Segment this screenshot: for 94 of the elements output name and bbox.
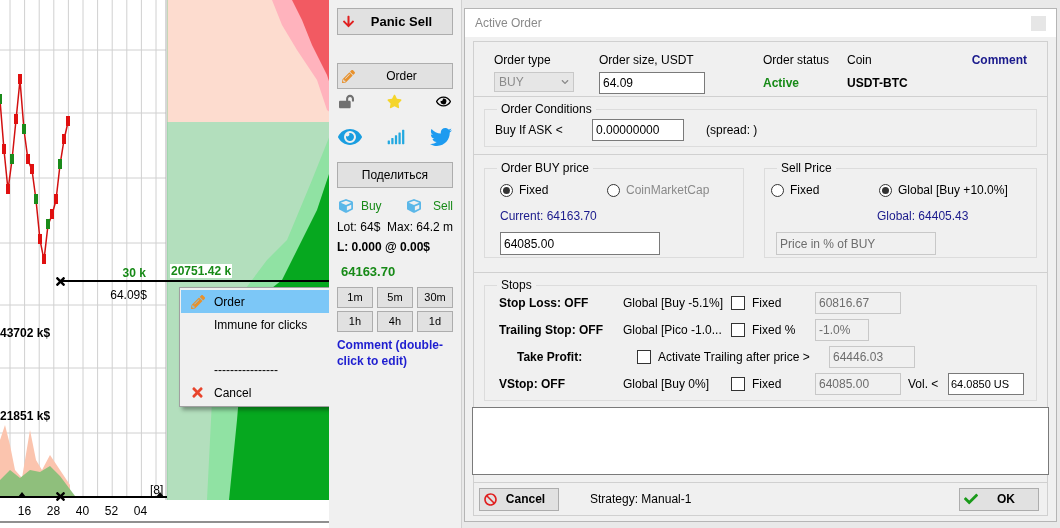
input-field[interactable]: 64446.03 (829, 345, 915, 368)
bird-icon[interactable] (430, 126, 452, 148)
stop-mode-text: Global [Buy 0%] (623, 375, 711, 393)
checkbox-label: Fixed (752, 294, 782, 312)
comment-link[interactable]: Comment (double-click to edit) (336, 336, 453, 369)
radio-button[interactable] (879, 183, 892, 197)
cancel-button[interactable]: Cancel (479, 487, 559, 511)
cross-marker-icon (54, 490, 67, 503)
field-label: Order status (763, 52, 831, 69)
axis-tick-label: 40 (74, 503, 91, 520)
menu-item[interactable]: Order (181, 290, 329, 313)
input-field[interactable]: 64085.00 (500, 232, 660, 255)
pencil-icon (341, 69, 355, 83)
radio-label: Global [Buy +10.0%] (898, 182, 1008, 199)
menu-item[interactable]: Immune for clicks (181, 313, 329, 336)
checkbox-label: Fixed (752, 375, 782, 393)
order-total-label: 20751.42 k (170, 264, 233, 278)
axis-tick-label: 52 (103, 503, 120, 520)
current-price: 64163.70 (340, 263, 397, 281)
star-icon[interactable] (387, 94, 403, 109)
checkbox[interactable] (731, 376, 745, 391)
field-label: Order type (494, 52, 552, 69)
axis-tick-label: 04 (132, 503, 149, 520)
chevron-down-icon (561, 78, 569, 86)
checkbox-label: Activate Trailing after price > (658, 348, 810, 366)
ok-button[interactable]: OK (959, 487, 1039, 511)
volume-label: 43702 k$ (0, 325, 51, 342)
field-label: Order size, USDT (599, 52, 695, 69)
timeframe-button[interactable]: 4h (376, 310, 413, 332)
close-icon (190, 385, 205, 400)
eye-icon[interactable] (436, 94, 451, 109)
stop-label: Take Profit: (516, 348, 584, 366)
order-button[interactable]: Order (336, 63, 453, 89)
ban-icon (484, 492, 497, 506)
radio-label: CoinMarketCap (626, 182, 710, 199)
timeframe-button[interactable]: 1m (336, 286, 373, 308)
menu-item[interactable]: Cancel (181, 381, 329, 404)
input-field[interactable]: 64.09 (599, 72, 705, 94)
coin-value: USDT-BTC (847, 75, 909, 92)
comment-textarea[interactable] (472, 407, 1049, 475)
axis-tick-label: 16 (16, 503, 33, 520)
sell-link[interactable]: Sell (433, 197, 453, 215)
order-price-label: 64.09$ (110, 287, 147, 304)
input-field[interactable]: 64085.00 (815, 372, 901, 395)
input-field[interactable]: 64.0850 US (948, 372, 1024, 395)
input-field[interactable]: 60816.67 (815, 291, 901, 314)
checkbox[interactable] (637, 349, 651, 364)
group-title: Stops (497, 277, 536, 293)
timeframe-button[interactable]: 1d (416, 310, 453, 332)
pencil-icon (190, 294, 205, 309)
current-price-text: Current: 64163.70 (500, 208, 598, 225)
spread-text: (spread: ) (706, 121, 758, 139)
buy-link[interactable]: Buy (360, 197, 382, 215)
comment-link[interactable]: Comment (971, 51, 1027, 96)
strategy-text: Strategy: Manual-1 (590, 491, 692, 508)
volume-limit-label: Vol. < (908, 375, 940, 393)
stop-label: VStop: OFF (498, 375, 566, 393)
stop-label: Stop Loss: OFF (498, 294, 590, 312)
radio-button[interactable] (771, 183, 784, 197)
status-value: Active (763, 75, 801, 92)
checkmark-icon (964, 492, 978, 506)
stop-mode-text: Global [Buy -5.1%] (623, 294, 725, 312)
input-field[interactable]: 0.00000000 (592, 118, 684, 141)
position-text: L: 0.000 @ 0.00$ (336, 239, 432, 256)
field-label: Buy If ASK < (495, 121, 564, 139)
timeframe-button[interactable]: 30m (416, 286, 453, 308)
input-field[interactable]: Price in % of BUY (776, 232, 936, 255)
radio-label: Fixed (519, 182, 549, 199)
radio-button[interactable] (500, 183, 513, 197)
order-volume-label: 30 k (122, 265, 146, 282)
window-title: Active Order (475, 15, 542, 32)
group-title: Order BUY price (497, 160, 593, 176)
stop-label: Trailing Stop: OFF (498, 321, 604, 339)
global-price-text: Global: 64405.43 (877, 208, 970, 225)
share-button[interactable]: Поделиться (336, 162, 453, 188)
volume-label: 21851 k$ (0, 408, 51, 425)
cube-icon (407, 199, 421, 213)
checkbox-label: Fixed % (752, 321, 796, 339)
cube-icon (338, 199, 353, 213)
stop-mode-text: Global [Pico -1.0... (623, 321, 723, 339)
menu-separator: ---------------- (214, 362, 278, 379)
unlock-icon[interactable] (338, 94, 354, 109)
input-field[interactable]: -1.0% (815, 318, 869, 341)
lot-text: Lot: 64$ Max: 64.2 m (336, 219, 453, 236)
cross-marker-icon (54, 275, 67, 288)
checkbox[interactable] (731, 322, 745, 337)
field-label: Coin (847, 52, 873, 69)
panic-sell-button[interactable]: Panic Sell (336, 8, 453, 35)
radio-label: Fixed (790, 182, 820, 199)
checkbox[interactable] (731, 295, 745, 310)
axis-tick-label: 28 (45, 503, 62, 520)
timeframe-button[interactable]: 5m (376, 286, 413, 308)
timeframe-button[interactable]: 1h (336, 310, 373, 332)
down-arrow-icon (341, 15, 355, 28)
